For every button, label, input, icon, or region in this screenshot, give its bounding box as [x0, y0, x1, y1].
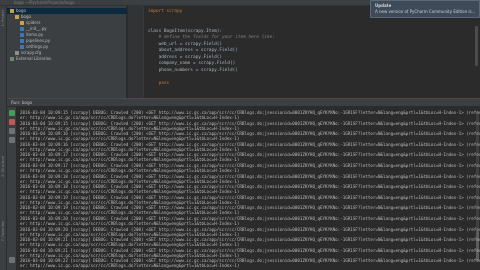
log-line-continuation: er: http://www.ic.gc.ca/app/scr/cc/CRBlo…: [20, 242, 240, 248]
log-line-continuation: er: http://www.ic.gc.ca/app/scr/cc/CRBlo…: [20, 136, 240, 142]
code-text: address = scrapy.Field(): [148, 54, 223, 60]
tree-item-label: __init__.py: [26, 26, 47, 31]
scroll-to-end-icon[interactable]: [9, 137, 15, 143]
log-line-continuation: er: http://www.ic.gc.ca/app/scr/cc/CRBlo…: [20, 231, 240, 237]
tool-tab-favorites[interactable]: 7: Favorites: [1, 221, 5, 241]
tree-item-label: scrapy.cfg: [21, 50, 42, 55]
python-file-icon: [20, 45, 24, 49]
log-line-continuation: er: http://www.ic.gc.ca/app/scr/cc/CRBlo…: [20, 157, 240, 163]
code-text: web_url = scrapy.Field(): [148, 41, 223, 47]
log-line-continuation: er: http://www.ic.gc.ca/app/scr/cc/CRBlo…: [20, 199, 240, 205]
log-line-continuation: er: http://www.ic.gc.ca/app/scr/cc/CRBlo…: [20, 221, 240, 226]
stop-icon[interactable]: [9, 119, 15, 125]
code-text: company_name = scrapy.Field(): [148, 61, 236, 66]
code-editor[interactable]: import scrapy class BogoItem(scrapy.Item)…: [128, 6, 480, 98]
log-line-continuation: er: http://www.ic.gc.ca/app/scr/cc/CRBlo…: [20, 168, 240, 173]
code-text: import scrapy: [148, 9, 183, 14]
rerun-icon[interactable]: [9, 110, 15, 116]
python-file-icon: [20, 39, 24, 43]
tree-item-label: bogo: [16, 8, 26, 13]
code-text: class BogoItem(scrapy.Item):: [148, 28, 223, 34]
library-icon: [10, 57, 14, 61]
tree-item-label: items.py: [26, 32, 44, 37]
editor-scrollbar[interactable]: [475, 26, 478, 66]
tree-item-label: bogo: [21, 14, 31, 19]
notification-message[interactable]: A new version of PyCharm Community Editi…: [375, 9, 475, 14]
log-line-continuation: er: http://www.ic.gc.ca/app/scr/cc/CRBlo…: [20, 189, 240, 195]
update-notification[interactable]: Update A new version of PyCharm Communit…: [370, 0, 480, 18]
log-line-continuation: er: http://www.ic.gc.ca/app/scr/cc/CRBlo…: [20, 125, 240, 131]
project-path-label: bogo ~/PycharmProjects/bogo: [14, 0, 75, 5]
tree-item-label: External Libraries: [16, 56, 52, 61]
tree-item-label: settings.py: [26, 44, 49, 49]
run-toolbar: [7, 107, 17, 270]
folder-icon: [20, 21, 24, 25]
left-tool-strip: 1: Project 2: Structure 7: Favorites: [0, 6, 7, 270]
code-text: pass: [148, 80, 170, 86]
run-panel-header: Run: bogo: [7, 98, 480, 107]
tree-item-label: pipelines.py: [26, 38, 51, 43]
folder-icon: [15, 15, 19, 19]
code-text: about_address = scrapy.Field(): [148, 48, 238, 53]
log-line-continuation: er: http://www.ic.gc.ca/app/scr/cc/CRBlo…: [20, 263, 240, 269]
code-line: pass: [148, 80, 170, 88]
log-line-continuation: er: http://www.ic.gc.ca/app/scr/cc/CRBlo…: [20, 146, 240, 152]
tree-item[interactable]: External Libraries: [7, 56, 127, 62]
project-tree-panel: bogo bogo spiders __init__.py items.py pipeli…: [7, 6, 127, 98]
pause-icon[interactable]: [9, 128, 15, 134]
code-line: import scrapy: [148, 9, 182, 16]
python-file-icon: [20, 33, 24, 37]
close-icon[interactable]: [9, 257, 15, 263]
line-gutter: [128, 6, 144, 98]
run-panel-title: Run: bogo: [11, 100, 33, 105]
python-file-icon: [20, 27, 24, 31]
log-line-continuation: er: http://www.ic.gc.ca/app/scr/cc/CRBlo…: [20, 210, 240, 216]
run-console[interactable]: 2016-03-04 10:09:15 [scrapy] DEBUG: Craw…: [18, 107, 480, 270]
config-file-icon: [15, 51, 19, 55]
tool-tab-structure[interactable]: 2: Structure: [1, 156, 5, 177]
log-line-continuation: er: http://www.ic.gc.ca/app/scr/cc/CRBlo…: [20, 252, 240, 258]
log-line-continuation: er: http://www.ic.gc.ca/app/scr/cc/CRBlo…: [20, 115, 240, 120]
code-text: phone_numbers = scrapy.Field(): [148, 67, 238, 73]
folder-icon: [10, 9, 14, 13]
log-line-continuation: er: http://www.ic.gc.ca/app/scr/cc/CRBlo…: [20, 178, 240, 184]
tool-tab-project[interactable]: 1: Project: [1, 10, 5, 27]
notification-title: Update: [375, 3, 392, 8]
code-text: # define the fields for your item here l…: [148, 35, 275, 40]
code-line: phone_numbers = scrapy.Field(): [148, 68, 238, 75]
tree-item-label: spiders: [26, 20, 41, 25]
